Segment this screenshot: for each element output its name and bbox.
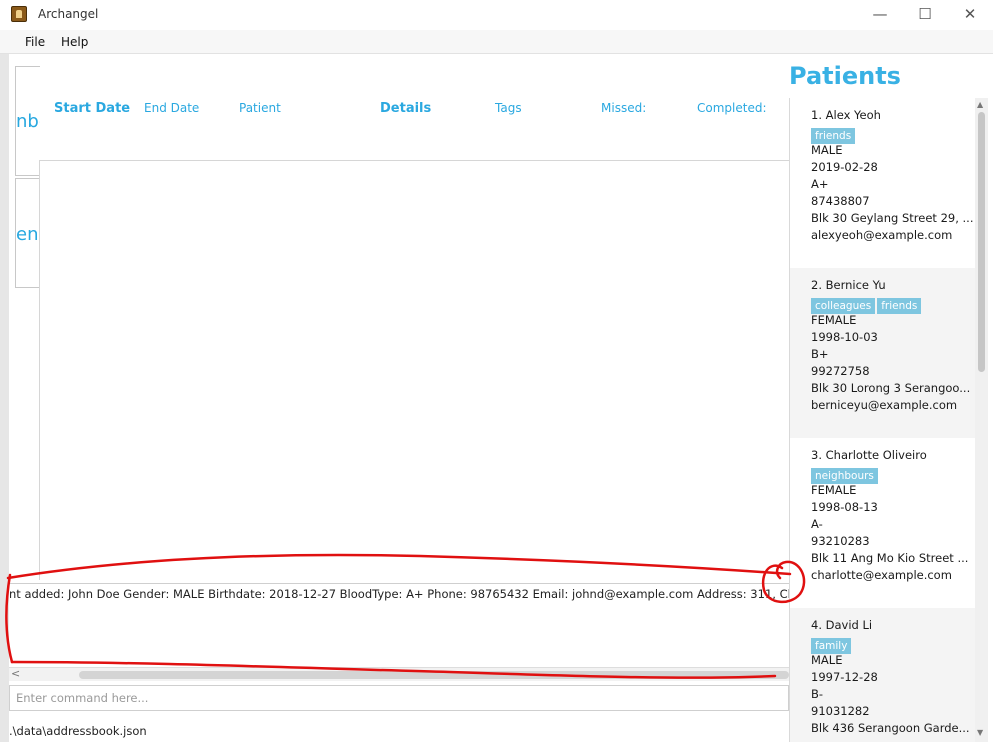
tag: friends: [877, 298, 922, 314]
column-start-date[interactable]: Start Date: [54, 101, 130, 116]
left-gutter: [0, 54, 9, 742]
command-box[interactable]: [9, 685, 789, 711]
column-end-date[interactable]: End Date: [144, 101, 199, 115]
menu-help[interactable]: Help: [61, 35, 88, 49]
menu-bar: File Help: [0, 30, 993, 54]
menu-file[interactable]: File: [25, 35, 45, 49]
maximize-button[interactable]: ☐: [902, 0, 948, 30]
patient-birthdate: 1998-08-13: [811, 500, 878, 514]
patient-phone: 99272758: [811, 364, 870, 378]
patient-phone: 93210283: [811, 534, 870, 548]
appointment-list-area[interactable]: [39, 160, 789, 580]
column-tags[interactable]: Tags: [495, 101, 522, 115]
patient-tags: colleagues friends: [811, 294, 923, 314]
patient-address: Blk 436 Serangoon Garde...: [811, 721, 970, 735]
patient-address: Blk 11 Ang Mo Kio Street ...: [811, 551, 969, 565]
status-bar-path: .\data\addressbook.json: [9, 724, 147, 738]
tag: neighbours: [811, 468, 878, 484]
result-display[interactable]: nt added: John Doe Gender: MALE Birthdat…: [9, 583, 789, 667]
column-missed[interactable]: Missed:: [601, 101, 646, 115]
patient-birthdate: 2019-02-28: [811, 160, 878, 174]
app-icon: [11, 6, 27, 22]
left-tab-2[interactable]: enc: [15, 178, 40, 288]
patient-birthdate: 1998-10-03: [811, 330, 878, 344]
column-details[interactable]: Details: [380, 101, 431, 116]
patient-card[interactable]: 4. David Li family MALE 1997-12-28 B- 91…: [790, 608, 976, 742]
patient-card[interactable]: 1. Alex Yeoh friends MALE 2019-02-28 A+ …: [790, 98, 976, 268]
command-input[interactable]: [16, 691, 776, 705]
column-completed[interactable]: Completed:: [697, 101, 767, 115]
patient-birthdate: 1997-12-28: [811, 670, 878, 684]
column-patient[interactable]: Patient: [239, 101, 281, 115]
patient-gender: MALE: [811, 143, 843, 157]
patient-tags: family: [811, 634, 853, 654]
horizontal-scrollbar[interactable]: <: [9, 667, 789, 681]
patient-list[interactable]: 1. Alex Yeoh friends MALE 2019-02-28 A+ …: [789, 98, 988, 742]
patient-header: 2. Bernice Yu: [811, 278, 886, 292]
vertical-scroll-thumb[interactable]: [978, 112, 985, 372]
left-tab-1-label: nbo: [16, 111, 40, 132]
patient-tags: neighbours: [811, 464, 880, 484]
patient-blood-type: A+: [811, 177, 829, 191]
patients-title: Patients: [789, 62, 901, 90]
patient-email: charlotte@example.com: [811, 568, 952, 582]
patient-blood-type: B+: [811, 347, 829, 361]
patient-gender: FEMALE: [811, 483, 857, 497]
patient-email: alexyeoh@example.com: [811, 228, 953, 242]
patient-address: Blk 30 Lorong 3 Serangoo...: [811, 381, 971, 395]
horizontal-scroll-thumb[interactable]: [79, 671, 789, 679]
patient-list-scrollbar[interactable]: ▲ ▼: [975, 98, 988, 742]
tag: colleagues: [811, 298, 876, 314]
left-tab-1[interactable]: nbo: [15, 66, 40, 176]
result-text: nt added: John Doe Gender: MALE Birthdat…: [9, 587, 789, 601]
scroll-left-icon[interactable]: <: [11, 667, 20, 680]
patient-header: 1. Alex Yeoh: [811, 108, 881, 122]
patient-address: Blk 30 Geylang Street 29, ...: [811, 211, 974, 225]
patient-header: 4. David Li: [811, 618, 873, 632]
patient-email: berniceyu@example.com: [811, 398, 958, 412]
patient-card[interactable]: 2. Bernice Yu colleagues friends FEMALE 1…: [790, 268, 976, 438]
patient-blood-type: B-: [811, 687, 824, 701]
minimize-button[interactable]: —: [857, 0, 903, 30]
scroll-up-icon[interactable]: ▲: [977, 100, 983, 109]
close-button[interactable]: ✕: [947, 0, 993, 30]
title-bar: Archangel — ☐ ✕: [0, 0, 993, 30]
tag: family: [811, 638, 852, 654]
patient-blood-type: A-: [811, 517, 823, 531]
patient-gender: FEMALE: [811, 313, 857, 327]
patient-tags: friends: [811, 124, 857, 144]
left-tab-2-label: enc: [16, 224, 40, 245]
tag: friends: [811, 128, 856, 144]
patient-phone: 87438807: [811, 194, 870, 208]
window-title: Archangel: [38, 7, 99, 21]
patient-gender: MALE: [811, 653, 843, 667]
patient-header: 3. Charlotte Oliveiro: [811, 448, 927, 462]
scroll-down-icon[interactable]: ▼: [977, 728, 983, 737]
patient-card[interactable]: 3. Charlotte Oliveiro neighbours FEMALE …: [790, 438, 976, 608]
patient-phone: 91031282: [811, 704, 870, 718]
